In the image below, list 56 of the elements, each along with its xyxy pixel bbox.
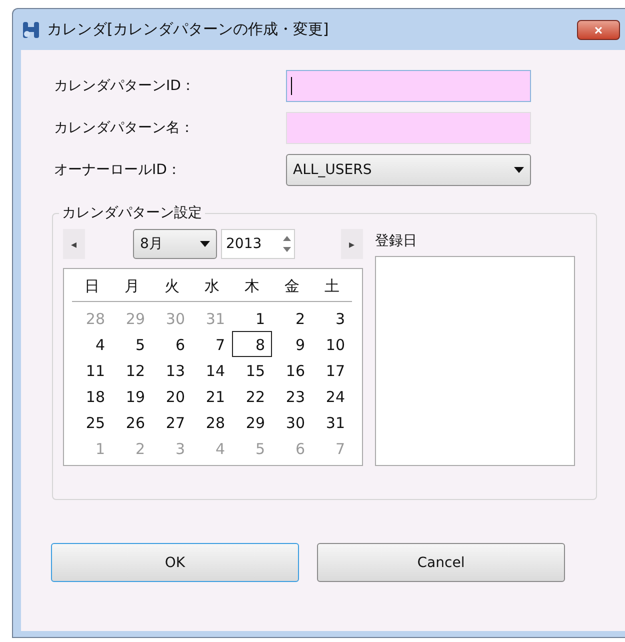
weekday-header: 金 [272,271,312,302]
field-label: カレンダパターン名： [54,119,195,137]
calendar-day[interactable]: 13 [152,357,192,383]
calendar-day[interactable]: 9 [272,331,312,357]
weekday-header: 水 [192,271,232,302]
calendar-day[interactable]: 2 [272,305,312,331]
calendar-day[interactable]: 15 [232,357,272,383]
calendar-day[interactable]: 28 [192,409,232,435]
calendar-day[interactable]: 6 [152,331,192,357]
weekday-header: 日 [72,271,112,302]
input-field[interactable] [286,112,531,144]
registered-dates-list[interactable] [375,256,575,466]
calendar-day[interactable]: 1 [232,305,272,331]
calendar-day[interactable]: 17 [312,357,352,383]
window-title: カレンダ[カレンダパターンの作成・変更] [47,20,330,39]
calendar-day[interactable]: 22 [232,383,272,409]
field-label: オーナーロールID： [54,161,182,179]
weekday-header: 月 [112,271,152,302]
weekday-header: 火 [152,271,192,302]
calendar-day[interactable]: 24 [312,383,352,409]
calendar-day[interactable]: 20 [152,383,192,409]
calendar-day[interactable]: 10 [312,331,352,357]
calendar-day[interactable]: 26 [112,409,152,435]
calendar-day[interactable]: 11 [72,357,112,383]
previous-month-button[interactable]: ◂ [63,229,85,259]
calendar-day[interactable]: 14 [192,357,232,383]
input-field[interactable] [286,70,531,102]
weekday-header: 木 [232,271,272,302]
calendar-day[interactable]: 21 [192,383,232,409]
calendar-day[interactable]: 27 [152,409,192,435]
year-spinner[interactable]: 2013 [221,229,295,259]
registered-dates-label: 登録日 [375,232,418,251]
dropdown-caret-icon [514,167,524,173]
ok-button[interactable]: OK [51,543,299,582]
calendar-day[interactable]: 19 [112,383,152,409]
calendar-day[interactable]: 5 [112,331,152,357]
calendar-day[interactable]: 31 [312,409,352,435]
owner-role-dropdown[interactable]: ALL_USERS [286,154,531,186]
dropdown-caret-icon [200,241,210,247]
calendar-day[interactable]: 29 [232,409,272,435]
calendar-day[interactable]: 7 [192,331,232,357]
calendar-day[interactable]: 18 [72,383,112,409]
calendar-day[interactable]: 4 [72,331,112,357]
month-dropdown[interactable]: 8月 [133,229,217,259]
cancel-button[interactable]: Cancel [317,543,565,582]
group-title: カレンダパターン設定 [61,204,203,222]
next-month-button[interactable]: ▸ [341,229,363,259]
calendar-day[interactable]: 25 [72,409,112,435]
calendar-day[interactable]: 3 [312,305,352,331]
weekday-header: 土 [312,271,352,302]
calendar-day[interactable]: 8 [232,331,272,357]
calendar-day[interactable]: 30 [272,409,312,435]
field-label: カレンダパターンID： [54,77,196,95]
calendar-day[interactable]: 23 [272,383,312,409]
calendar-day[interactable]: 12 [112,357,152,383]
calendar-day[interactable]: 16 [272,357,312,383]
